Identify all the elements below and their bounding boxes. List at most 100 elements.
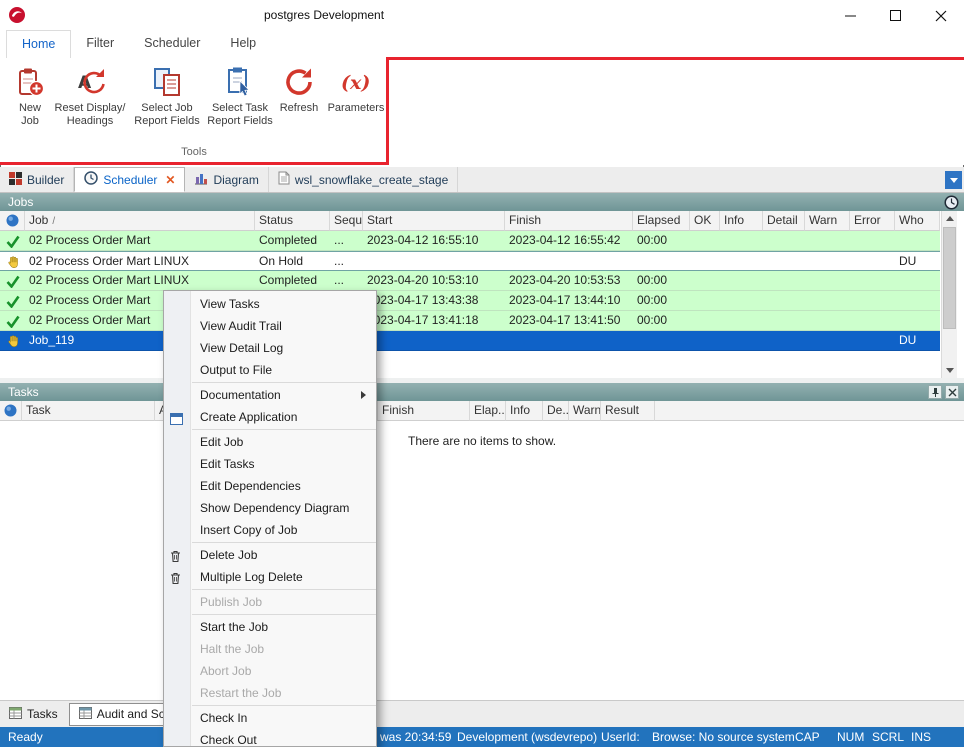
menu-item-start-the-job[interactable]: Start the Job	[164, 616, 376, 638]
close-tab-icon[interactable]: ✕	[165, 173, 175, 187]
tab-diagram[interactable]: Diagram	[185, 167, 268, 192]
tab-list-dropdown-button[interactable]	[945, 171, 962, 189]
menu-item-multiple-log-delete[interactable]: Multiple Log Delete	[164, 566, 376, 588]
column-header-task[interactable]: Task	[22, 401, 155, 421]
column-header-elapsed[interactable]: Elap...	[470, 401, 506, 421]
close-panel-button[interactable]	[945, 385, 959, 399]
red-accent-line-top	[386, 57, 964, 60]
column-header-ok[interactable]: OK	[690, 211, 720, 231]
ribbon-tab-help[interactable]: Help	[215, 30, 271, 58]
cell-info	[720, 311, 763, 331]
column-header-sequence[interactable]: Seque...	[330, 211, 363, 231]
menu-item-edit-tasks[interactable]: Edit Tasks	[164, 453, 376, 475]
cell-who: DU	[895, 331, 940, 351]
job-row-selected[interactable]: Job_119 DU	[0, 331, 940, 351]
cell-detail	[763, 331, 805, 351]
column-header-detail[interactable]: Detail	[763, 211, 805, 231]
ribbon-tab-home[interactable]: Home	[6, 30, 71, 58]
parameters-icon: (x)	[338, 64, 374, 100]
column-header-detail[interactable]: De...	[543, 401, 569, 421]
close-button[interactable]	[918, 1, 963, 30]
task-report-fields-icon	[225, 64, 255, 100]
column-header-info[interactable]: Info	[720, 211, 763, 231]
menu-item-view-detail-log[interactable]: View Detail Log	[164, 337, 376, 359]
cell-warn	[805, 231, 850, 251]
table-corner-icon[interactable]	[0, 401, 22, 421]
job-row[interactable]: 02 Process Order Mart ... 2023-04-17 13:…	[0, 311, 940, 331]
column-header-error[interactable]: Error	[850, 211, 895, 231]
cell-detail	[763, 291, 805, 311]
parameters-button[interactable]: (x) Parameters	[324, 62, 388, 128]
tasks-table: Task A... Finish Elap... Info De... Warn…	[0, 401, 964, 700]
status-bar: Ready was 20:34:59 Development (wsdevrep…	[0, 727, 964, 747]
column-header-result[interactable]: Result	[601, 401, 655, 421]
tab-scheduler[interactable]: Scheduler ✕	[74, 167, 185, 192]
job-row[interactable]: 02 Process Order Mart LINUX On Hold ... …	[0, 251, 940, 271]
tab-builder[interactable]: Builder	[0, 167, 74, 192]
bottom-tab-tasks[interactable]: Tasks	[0, 703, 67, 726]
status-caps-indicator: CAP	[795, 730, 820, 744]
ribbon: New Job A Reset Display/ Headings	[0, 58, 964, 165]
column-header-finish[interactable]: Finish	[505, 211, 633, 231]
jobs-vertical-scrollbar[interactable]	[941, 211, 957, 378]
cell-elapsed: 00:00	[633, 311, 690, 331]
new-job-button[interactable]: New Job	[8, 62, 52, 128]
menu-item-show-dependency-diagram[interactable]: Show Dependency Diagram	[164, 497, 376, 519]
column-header-status[interactable]: Status	[255, 211, 330, 231]
ribbon-tab-scheduler[interactable]: Scheduler	[129, 30, 215, 58]
column-header-elapsed[interactable]: Elapsed	[633, 211, 690, 231]
menu-item-create-application[interactable]: Create Application	[164, 406, 376, 428]
menu-separator	[192, 429, 376, 430]
menu-item-view-tasks[interactable]: View Tasks	[164, 293, 376, 315]
maximize-button[interactable]	[873, 1, 918, 30]
menu-item-edit-dependencies[interactable]: Edit Dependencies	[164, 475, 376, 497]
builder-icon	[9, 172, 22, 188]
task-list-icon	[9, 707, 22, 722]
menu-item-insert-copy-of-job[interactable]: Insert Copy of Job	[164, 519, 376, 541]
column-header-who[interactable]: Who	[895, 211, 940, 231]
jobs-panel-title: Jobs	[8, 195, 33, 209]
cell-finish: 2023-04-17 13:44:10	[505, 291, 633, 311]
menu-item-check-out[interactable]: Check Out	[164, 729, 376, 747]
titlebar: postgres Development	[0, 0, 964, 30]
tab-wsl-snowflake-create-stage[interactable]: wsl_snowflake_create_stage	[269, 167, 458, 192]
reset-display-headings-button[interactable]: A Reset Display/ Headings	[52, 62, 128, 128]
column-header-finish[interactable]: Finish	[378, 401, 470, 421]
cell-ok	[690, 331, 720, 351]
ribbon-group-label: Tools	[0, 146, 388, 158]
pin-button[interactable]	[928, 385, 942, 399]
trash-icon	[170, 570, 181, 592]
ribbon-tab-filter[interactable]: Filter	[71, 30, 129, 58]
column-header-warn[interactable]: Warn	[805, 211, 850, 231]
job-row[interactable]: 02 Process Order Mart Completed ... 2023…	[0, 231, 940, 251]
menu-item-view-audit-trail[interactable]: View Audit Trail	[164, 315, 376, 337]
clock-icon	[84, 171, 98, 188]
refresh-button[interactable]: Refresh	[274, 62, 324, 128]
menu-item-output-to-file[interactable]: Output to File	[164, 359, 376, 381]
cell-error	[850, 231, 895, 251]
cell-elapsed: 00:00	[633, 271, 690, 291]
empty-list-message: There are no items to show.	[408, 434, 556, 448]
menu-item-delete-job[interactable]: Delete Job	[164, 544, 376, 566]
column-header-info[interactable]: Info	[506, 401, 543, 421]
table-corner-icon[interactable]	[0, 211, 25, 231]
scrollbar-thumb[interactable]	[943, 227, 956, 329]
scroll-down-button[interactable]	[942, 363, 957, 378]
cell-start	[363, 252, 505, 272]
menu-separator	[192, 705, 376, 706]
column-header-start[interactable]: Start	[363, 211, 505, 231]
job-row[interactable]: 02 Process Order Mart LINUX Completed ..…	[0, 271, 940, 291]
scroll-up-button[interactable]	[942, 211, 957, 226]
cell-ok	[690, 311, 720, 331]
column-header-warn[interactable]: Warn	[569, 401, 601, 421]
select-job-report-fields-button[interactable]: Select Job Report Fields	[128, 62, 206, 128]
menu-item-documentation[interactable]: Documentation	[164, 384, 376, 406]
menu-item-check-in[interactable]: Check In	[164, 707, 376, 729]
job-row[interactable]: 02 Process Order Mart ... 2023-04-17 13:…	[0, 291, 940, 311]
column-header-job[interactable]: Job/	[25, 211, 255, 231]
select-task-report-fields-button[interactable]: Select Task Report Fields	[206, 62, 274, 128]
completed-check-icon	[0, 231, 25, 251]
minimize-button[interactable]	[828, 1, 873, 30]
menu-item-edit-job[interactable]: Edit Job	[164, 431, 376, 453]
completed-check-icon	[0, 291, 25, 311]
